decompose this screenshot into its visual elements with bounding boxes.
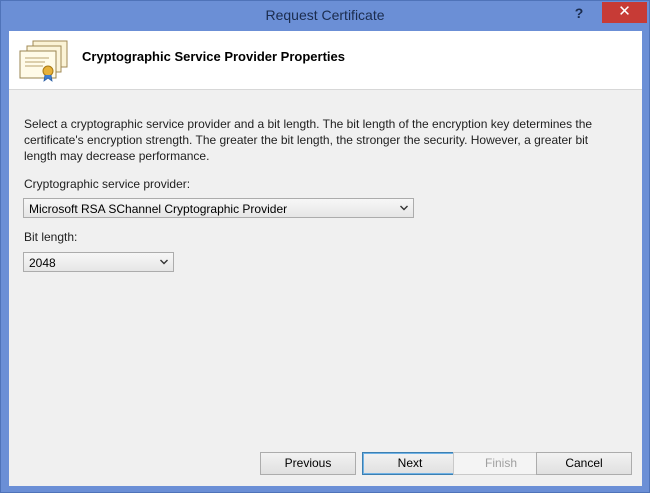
close-icon: ✕: [618, 3, 631, 20]
finish-button[interactable]: Finish: [453, 452, 549, 475]
title-bar[interactable]: Request Certificate ? ✕: [1, 1, 649, 31]
previous-button[interactable]: Previous: [260, 452, 356, 475]
help-button[interactable]: ?: [567, 3, 591, 25]
page-title: Cryptographic Service Provider Propertie…: [82, 49, 345, 64]
chevron-down-icon: [400, 205, 408, 211]
close-button[interactable]: ✕: [602, 2, 647, 23]
cancel-button[interactable]: Cancel: [536, 452, 632, 475]
certificate-icon: [19, 40, 68, 82]
window-title: Request Certificate: [265, 7, 385, 23]
wizard-header: Cryptographic Service Provider Propertie…: [9, 31, 642, 90]
csp-dropdown-value: Microsoft RSA SChannel Cryptographic Pro…: [29, 202, 288, 216]
chevron-down-icon: [160, 259, 168, 265]
dialog-window: Request Certificate ? ✕ Cryptographic Se…: [0, 0, 650, 493]
description-text: Select a cryptographic service provider …: [24, 117, 593, 163]
csp-label: Cryptographic service provider:: [24, 177, 191, 191]
next-button[interactable]: Next: [362, 452, 458, 475]
dialog-body: Cryptographic Service Provider Propertie…: [9, 31, 642, 486]
csp-dropdown[interactable]: Microsoft RSA SChannel Cryptographic Pro…: [23, 198, 414, 218]
bit-length-label: Bit length:: [24, 230, 78, 244]
bit-length-dropdown[interactable]: 2048: [23, 252, 174, 272]
bit-length-dropdown-value: 2048: [29, 256, 56, 270]
